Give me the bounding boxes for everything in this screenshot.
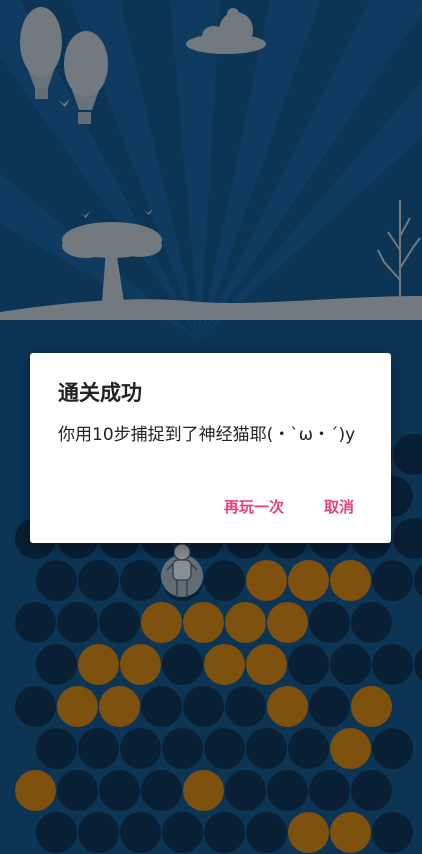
dialog-message: 你用10步捕捉到了神经猫耶(・`ω・´)y [58, 425, 356, 445]
game-stage: 通关成功 你用10步捕捉到了神经猫耶(・`ω・´)y 再玩一次 取消 [0, 0, 422, 854]
dialog-title: 通关成功 [58, 381, 142, 405]
success-dialog: 通关成功 你用10步捕捉到了神经猫耶(・`ω・´)y 再玩一次 取消 [30, 353, 391, 543]
cancel-button[interactable]: 取消 [324, 496, 354, 517]
replay-button[interactable]: 再玩一次 [224, 496, 284, 517]
